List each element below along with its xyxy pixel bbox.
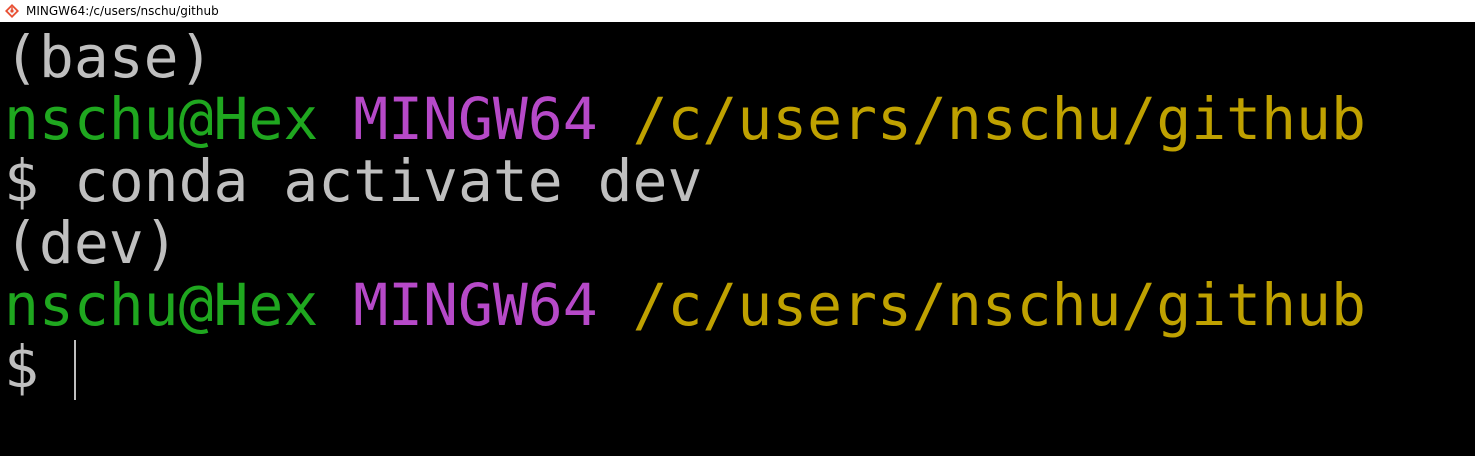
terminal-line-command: $ conda activate dev xyxy=(4,150,702,212)
terminal-line-env-base: (base) xyxy=(4,26,214,88)
terminal-output[interactable]: (base) nschu@Hex MINGW64 /c/users/nschu/… xyxy=(0,22,1475,456)
terminal-line-env-dev: (dev) xyxy=(4,212,179,274)
conda-env-label: (base) xyxy=(4,23,214,91)
text-cursor xyxy=(74,340,76,400)
window-title: MINGW64:/c/users/nschu/github xyxy=(26,4,219,18)
terminal-line-prompt-header: nschu@Hex MINGW64 /c/users/nschu/github xyxy=(4,88,1366,150)
terminal-line-input[interactable]: $ xyxy=(4,336,74,398)
current-path: /c/users/nschu/github xyxy=(632,85,1366,153)
terminal-window: MINGW64:/c/users/nschu/github (base) nsc… xyxy=(0,0,1475,456)
prompt-symbol: $ xyxy=(4,333,39,401)
terminal-line-prompt-header: nschu@Hex MINGW64 /c/users/nschu/github xyxy=(4,274,1366,336)
system-name: MINGW64 xyxy=(353,271,598,339)
user-host: nschu@Hex xyxy=(4,271,319,339)
prompt-symbol: $ xyxy=(4,147,39,215)
user-host: nschu@Hex xyxy=(4,85,319,153)
current-path: /c/users/nschu/github xyxy=(632,271,1366,339)
system-name: MINGW64 xyxy=(353,85,598,153)
conda-env-label: (dev) xyxy=(4,209,179,277)
git-bash-icon xyxy=(4,3,20,19)
command-text: conda activate dev xyxy=(73,147,703,215)
title-bar[interactable]: MINGW64:/c/users/nschu/github xyxy=(0,0,1475,22)
